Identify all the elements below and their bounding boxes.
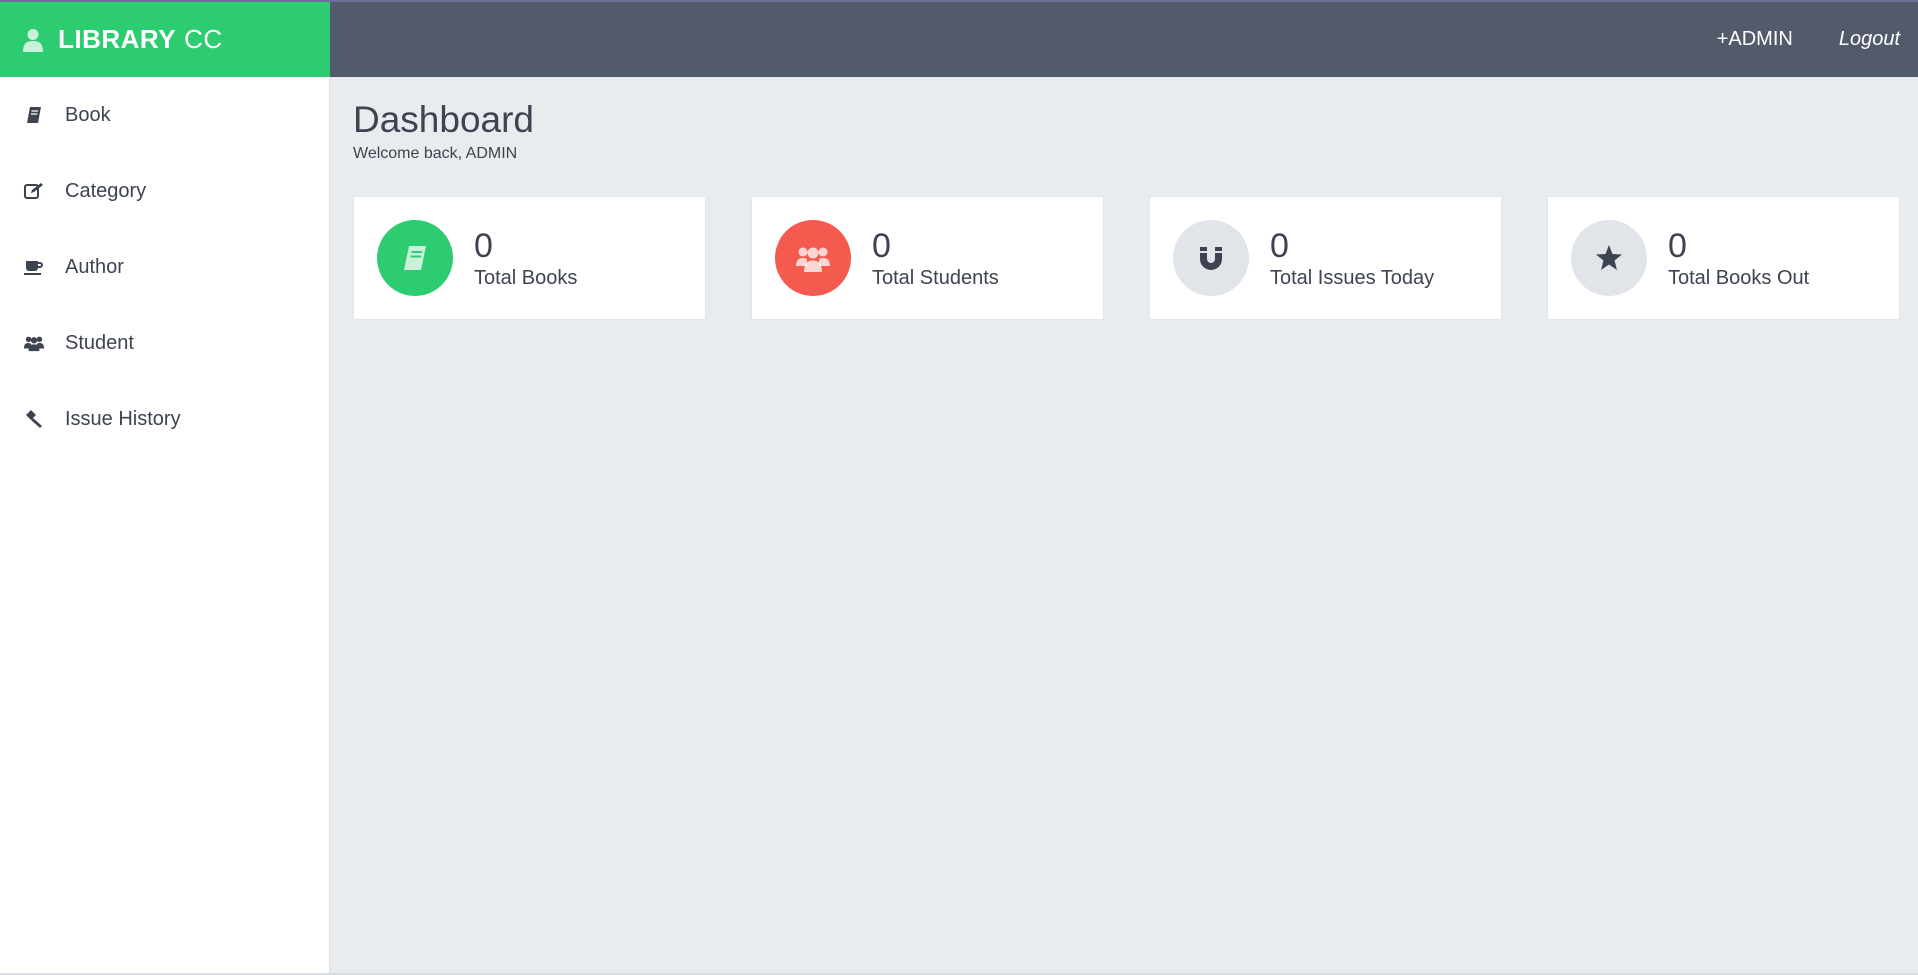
sidebar-item-label: Student [65,331,134,354]
sidebar-item-label: Author [65,255,124,278]
page-subtitle: Welcome back, ADMIN [353,145,518,162]
gavel-icon [24,409,44,429]
sidebar-item-author[interactable]: Author [0,229,329,305]
stat-label: Total Books [474,266,578,289]
sidebar-item-issue-history[interactable]: Issue History [0,381,329,457]
book-icon [377,220,453,296]
user-icon [23,28,43,52]
stat-label: Total Books Out [1668,266,1810,289]
stat-value: 0 [1270,226,1289,265]
stat-value: 0 [474,226,493,265]
sidebar-item-category[interactable]: Category [0,153,329,229]
top-nav: +ADMIN Logout [1717,2,1900,77]
magnet-icon [1173,220,1249,296]
sidebar-item-book[interactable]: Book [0,77,329,153]
stat-card-total-issues-today: 0 Total Issues Today [1149,196,1502,320]
sidebar-item-student[interactable]: Student [0,305,329,381]
sidebar-item-label: Issue History [65,407,181,430]
stat-value: 0 [872,226,891,265]
page-title: Dashboard [353,99,535,140]
app: LIBRARY CC +ADMIN Logout Book Category A… [0,0,1918,975]
stat-value: 0 [1668,226,1687,265]
main-content: Dashboard Welcome back, ADMIN 0 Total Bo… [330,77,1918,975]
brand-suffix: CC [184,24,223,54]
sidebar-item-label: Category [65,179,147,202]
edit-icon [24,181,44,201]
logout-link[interactable]: Logout [1839,28,1900,51]
book-icon [24,105,44,125]
stat-cards: 0 Total Books 0 Total Students 0 Total I… [353,196,1900,320]
brand-name: LIBRARY [58,24,177,54]
users-icon [24,333,44,353]
stat-card-total-books: 0 Total Books [353,196,706,320]
star-icon [1571,220,1647,296]
stat-card-total-students: 0 Total Students [751,196,1104,320]
top-bar: LIBRARY CC +ADMIN Logout [0,0,1918,77]
stat-label: Total Issues Today [1270,266,1435,289]
stat-label: Total Students [872,266,999,289]
sidebar-item-label: Book [65,103,111,126]
coffee-icon [24,257,44,277]
stat-card-total-books-out: 0 Total Books Out [1547,196,1900,320]
admin-link[interactable]: +ADMIN [1717,28,1793,51]
brand[interactable]: LIBRARY CC [0,2,330,77]
users-icon [775,220,851,296]
sidebar: Book Category Author Student Issue Histo… [0,77,330,975]
